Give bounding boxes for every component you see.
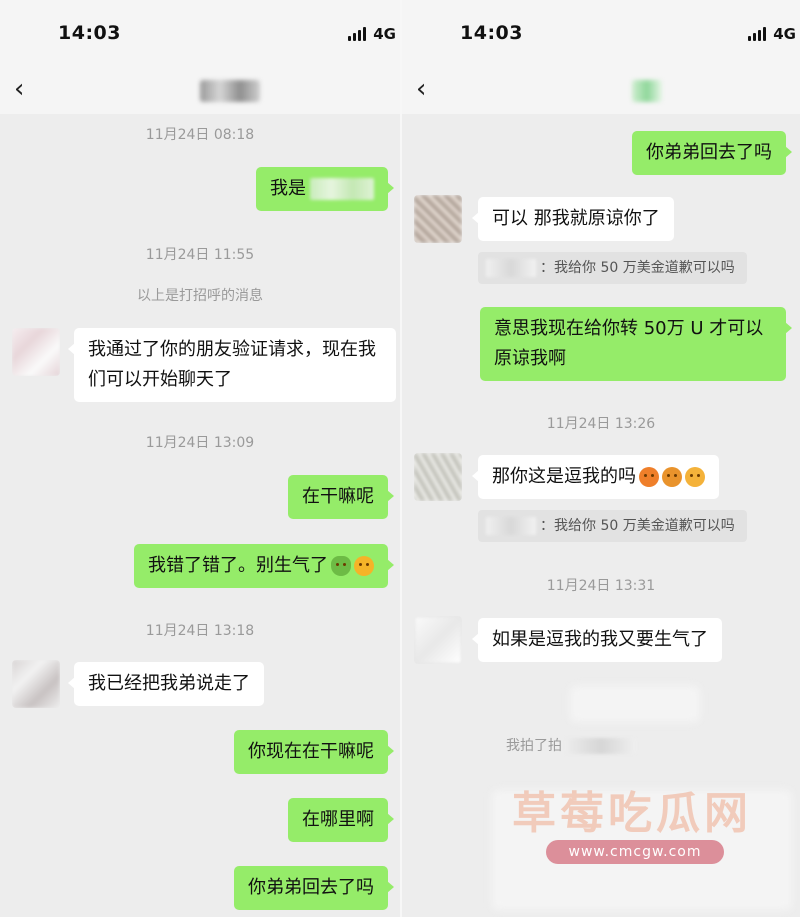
left-chat-screen: 14:03 4G ‹ 11月24日 08:18 我是 11月24日 11:55 …: [0, 0, 400, 917]
redacted-area: [570, 686, 700, 722]
chat-header: ‹: [0, 68, 400, 114]
chevron-left-icon[interactable]: ‹: [14, 74, 24, 104]
redacted-text: [310, 178, 374, 200]
watermark-url: www.cmcgw.com: [546, 840, 724, 864]
chat-header: ‹: [402, 68, 800, 114]
contact-name-redacted: [632, 80, 662, 102]
status-bar: 14:03 4G: [0, 0, 400, 68]
message-bubble-received[interactable]: 我通过了你的朋友验证请求，现在我们可以开始聊天了: [68, 328, 396, 402]
timestamp: 11月24日 13:26: [546, 416, 656, 432]
chevron-left-icon[interactable]: ‹: [416, 74, 426, 104]
notice-text: 我拍了拍: [506, 738, 562, 754]
quoted-message: ：我给你 50 万美金道歉可以吗: [478, 252, 747, 284]
avatar[interactable]: [414, 195, 462, 243]
message-bubble-received[interactable]: 如果是逗我的我又要生气了: [472, 618, 722, 662]
redacted-text: [566, 738, 636, 754]
message-bubble-sent[interactable]: 在哪里啊: [288, 798, 394, 842]
quoted-message: ：我给你 50 万美金道歉可以吗: [478, 510, 747, 542]
network-label: 4G: [773, 25, 796, 43]
system-notice: 我拍了拍: [402, 735, 770, 755]
message-text: 我是: [270, 178, 306, 199]
crying-emoji-icon: [685, 467, 705, 487]
signal-icon: [748, 27, 768, 41]
message-bubble-sent[interactable]: 我错了错了。别生气了: [134, 544, 394, 588]
status-bar: 14:03 4G: [402, 0, 800, 68]
hug-emoji-icon: [331, 556, 351, 576]
message-bubble-received[interactable]: 那你这是逗我的吗: [472, 455, 719, 499]
quote-text: ：我给你 50 万美金道歉可以吗: [540, 518, 735, 534]
timestamp: 11月24日 13:09: [145, 435, 255, 451]
contact-name-redacted: [200, 80, 260, 102]
redacted-text: [486, 517, 536, 535]
message-text: 我错了错了。别生气了: [148, 555, 328, 576]
quote-text: ：我给你 50 万美金道歉可以吗: [540, 260, 735, 276]
message-bubble-sent[interactable]: 意思我现在给你转 50万 U 才可以原谅我啊: [480, 307, 792, 381]
message-bubble-received[interactable]: 我已经把我弟说走了: [68, 662, 264, 706]
wink-emoji-icon: [354, 556, 374, 576]
status-time: 14:03: [58, 22, 121, 44]
timestamp: 11月24日 11:55: [145, 247, 255, 263]
avatar[interactable]: [12, 328, 60, 376]
message-bubble-sent[interactable]: 你弟弟回去了吗: [234, 866, 394, 910]
message-bubble-sent[interactable]: 我是: [256, 167, 394, 211]
watermark-logo: 草莓吃瓜网: [512, 788, 752, 839]
pouting-emoji-icon: [662, 467, 682, 487]
avatar[interactable]: [12, 660, 60, 708]
system-notice: 以上是打招呼的消息: [137, 288, 263, 304]
message-bubble-sent[interactable]: 你弟弟回去了吗: [632, 131, 792, 175]
screenshot-collage: 14:03 4G ‹ 11月24日 08:18 我是 11月24日 11:55 …: [0, 0, 800, 917]
avatar[interactable]: [414, 616, 462, 664]
timestamp: 11月24日 13:18: [145, 623, 255, 639]
message-bubble-received[interactable]: 可以 那我就原谅你了: [472, 197, 674, 241]
avatar[interactable]: [414, 453, 462, 501]
timestamp: 11月24日 13:31: [546, 578, 656, 594]
status-time: 14:03: [460, 22, 523, 44]
message-bubble-sent[interactable]: 你现在在干嘛呢: [234, 730, 394, 774]
timestamp: 11月24日 08:18: [145, 127, 255, 143]
network-label: 4G: [373, 25, 396, 43]
signal-icon: [348, 27, 368, 41]
message-bubble-sent[interactable]: 在干嘛呢: [288, 475, 394, 519]
redacted-text: [486, 259, 536, 277]
angry-emoji-icon: [639, 467, 659, 487]
message-text: 那你这是逗我的吗: [492, 466, 636, 487]
